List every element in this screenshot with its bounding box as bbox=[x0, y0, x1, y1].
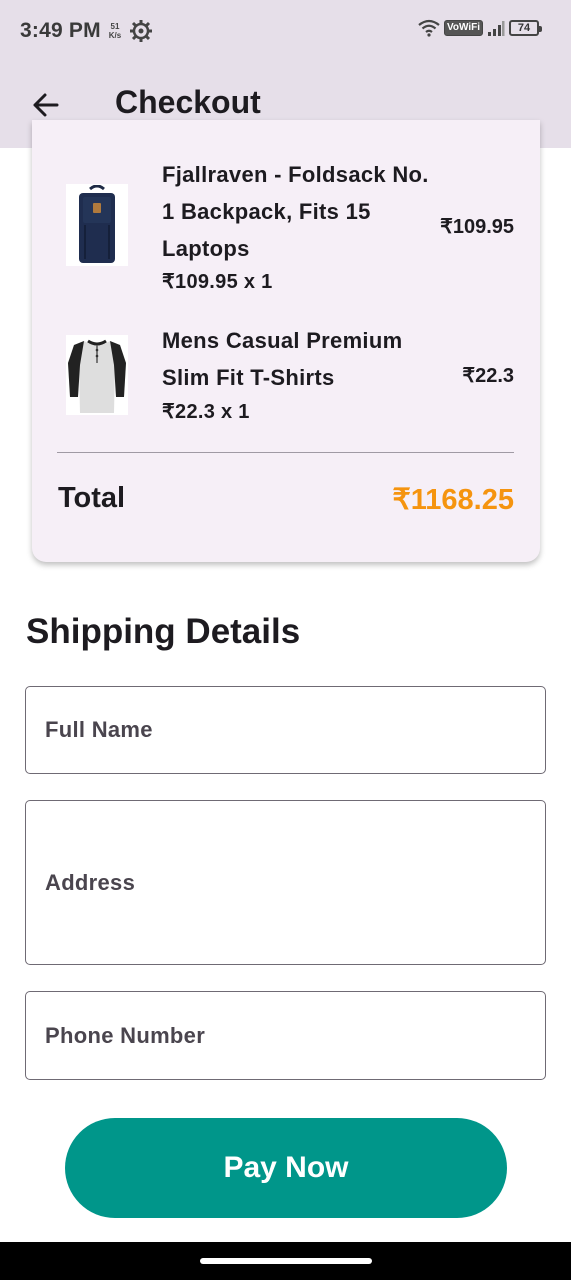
network-speed: 51 K/s bbox=[109, 22, 121, 40]
status-bar: 3:49 PM 51 K/s VoWiFi 74 bbox=[0, 0, 571, 62]
phone-number-field[interactable]: Phone Number bbox=[25, 991, 546, 1080]
phone-number-label: Phone Number bbox=[45, 1022, 206, 1048]
tshirt-image bbox=[66, 335, 128, 415]
backpack-image bbox=[66, 184, 128, 266]
signal-icon bbox=[488, 21, 505, 36]
vowifi-badge: VoWiFi bbox=[443, 20, 483, 36]
cart-item-price: ₹109.95 bbox=[440, 216, 514, 238]
total-label: Total bbox=[58, 482, 126, 514]
total-value: ₹1168.25 bbox=[392, 484, 514, 516]
back-button[interactable] bbox=[28, 88, 62, 122]
cart-item-quantity: ₹109.95 x 1 bbox=[162, 271, 273, 293]
divider bbox=[57, 452, 514, 453]
page-title: Checkout bbox=[115, 84, 261, 120]
status-icons: VoWiFi 74 bbox=[418, 19, 542, 37]
order-summary-card: Fjallraven - Foldsack No. 1 Backpack, Fi… bbox=[32, 120, 540, 562]
wifi-icon bbox=[418, 19, 440, 37]
shipping-details-title: Shipping Details bbox=[26, 612, 301, 651]
battery-level: 74 bbox=[517, 22, 531, 34]
status-time: 3:49 PM bbox=[20, 19, 101, 42]
cart-item-price: ₹22.3 bbox=[462, 365, 514, 387]
settings-gear-icon bbox=[130, 20, 153, 42]
cart-item-title: Fjallraven - Foldsack No. 1 Backpack, Fi… bbox=[162, 162, 429, 261]
arrow-left-icon[interactable] bbox=[30, 90, 60, 120]
full-name-label: Full Name bbox=[45, 717, 153, 742]
network-speed-unit: K/s bbox=[108, 31, 122, 40]
address-field[interactable]: Address bbox=[25, 800, 546, 965]
address-label: Address bbox=[45, 869, 136, 895]
pay-now-label: Pay Now bbox=[223, 1151, 349, 1184]
cart-item-quantity: ₹22.3 x 1 bbox=[162, 401, 250, 423]
network-speed-value: 51 bbox=[110, 22, 120, 31]
battery-icon: 74 bbox=[509, 20, 542, 36]
pay-now-button[interactable]: Pay Now bbox=[65, 1118, 507, 1218]
full-name-field[interactable]: Full Name bbox=[25, 686, 546, 774]
cart-item-title: Mens Casual Premium Slim Fit T-Shirts bbox=[162, 328, 403, 390]
home-indicator[interactable] bbox=[200, 1258, 372, 1264]
system-navigation-bar bbox=[0, 1242, 571, 1280]
